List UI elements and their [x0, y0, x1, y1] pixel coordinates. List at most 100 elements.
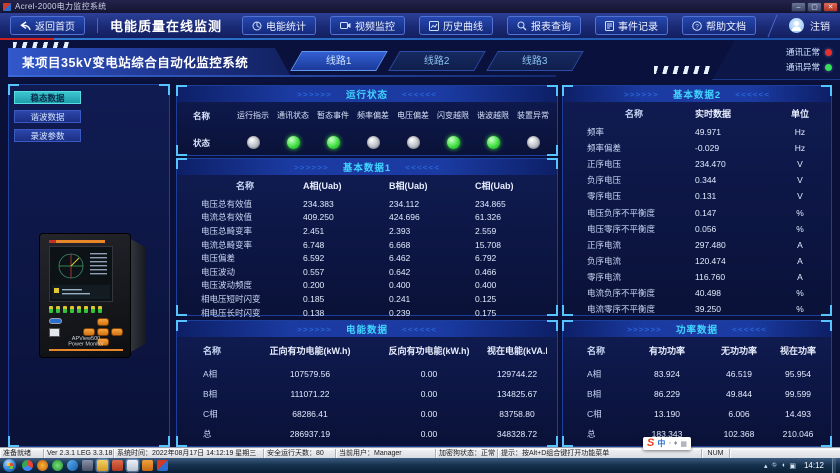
back-home-label: 返回首页: [35, 18, 75, 33]
app-icon: [3, 3, 11, 11]
panel-header: >>>>>> 运行状态 <<<<<<: [177, 86, 557, 102]
line-tab[interactable]: 线路1: [290, 51, 388, 71]
status-version: Ver 2.3.1 LEG 3.3.18: [44, 449, 114, 458]
ime-lang-indicator[interactable]: 中: [657, 438, 665, 449]
run-status-leds: 状态: [177, 129, 557, 156]
report-query-label: 报表查询: [531, 18, 571, 33]
sidebar-item[interactable]: 谐波数据: [14, 110, 81, 123]
tray-volume-icon[interactable]: ◖: [781, 462, 785, 469]
table-row: 电流零序不平衡度39.250%: [573, 301, 821, 317]
report-query-button[interactable]: 报表查询: [507, 16, 581, 35]
status-item-label: 暂态事件: [313, 110, 353, 121]
sidebar-item[interactable]: 稳态数据: [14, 91, 81, 104]
minimize-button[interactable]: –: [791, 2, 806, 12]
tray-shield-icon[interactable]: ▣: [789, 462, 796, 470]
help-doc-label: 帮助文档: [706, 18, 746, 33]
event-record-button[interactable]: 事件记录: [595, 16, 668, 35]
power-data-title: 功率数据: [676, 322, 718, 336]
device-leds: [49, 306, 102, 313]
taskbar-icon[interactable]: [157, 460, 168, 471]
back-home-button[interactable]: 返回首页: [10, 16, 85, 35]
table-row: 电流总有效值409.250424.69661.326A: [187, 211, 547, 225]
status-led: [487, 136, 500, 149]
app-window: Acrel-2000电力监控系统 – ▢ ✕ 返回首页 电能质量在线监测 电能统…: [0, 0, 840, 473]
system-title: 某项目35kV变电站综合自动化监控系统: [22, 52, 248, 71]
comm-status-legend: 通讯正常 通讯异常: [712, 40, 840, 80]
status-item-label: 通讯状态: [273, 110, 313, 121]
sidebar-item[interactable]: 录波参数: [14, 129, 81, 142]
ime-tool-icon[interactable]: ◦: [668, 440, 670, 447]
decor-arrows: <<<<<<: [405, 163, 440, 172]
status-item-label: 闪变越限: [433, 110, 473, 121]
line-tab[interactable]: 线路3: [486, 51, 584, 71]
status-safe-days: 安全运行天数：80: [264, 449, 336, 458]
taskbar-icon[interactable]: [112, 460, 123, 471]
tray-expand-icon[interactable]: ▴: [764, 462, 768, 470]
table-row: 总286937.190.00348328.72: [187, 424, 547, 444]
panel-header: >>>>>> 电能数据 <<<<<<: [177, 321, 557, 337]
table-row: 总183.343102.368210.046: [573, 424, 821, 444]
status-led: [527, 136, 540, 149]
tray-network-icon[interactable]: ⛗: [772, 462, 778, 470]
taskbar: ▴ ⛗ ◖ ▣ 14:12: [0, 458, 840, 473]
taskbar-icon[interactable]: [82, 460, 93, 471]
status-led: [407, 136, 420, 149]
status-led: [367, 136, 380, 149]
device-sub-label: Power Monitor: [44, 342, 129, 348]
energy-stats-label: 电能统计: [266, 18, 306, 33]
taskbar-icon[interactable]: [22, 460, 33, 471]
history-curve-button[interactable]: 历史曲线: [419, 16, 493, 35]
ime-keyboard-icon[interactable]: ▦: [680, 440, 687, 448]
taskbar-icon[interactable]: [127, 460, 138, 471]
decor-slashes-right: [654, 66, 710, 74]
help-doc-button[interactable]: ? 帮助文档: [682, 16, 756, 35]
energy-data-title: 电能数据: [346, 322, 388, 336]
table-header: 名称A相(Uab)B相(Uab)C相(Uab)单位: [187, 175, 547, 196]
page-title: 电能质量在线监测: [110, 16, 222, 35]
comm-abnormal-dot: [825, 64, 832, 71]
table-row: 正序电流297.480A: [573, 237, 821, 253]
status-item-label: 频率偏差: [353, 110, 393, 121]
table-row: 零序电压0.131V: [573, 188, 821, 204]
status-dongle: 加密狗状态：正常: [436, 449, 498, 458]
comm-normal-dot: [825, 49, 832, 56]
table-row: A相107579.560.00129744.22: [187, 364, 547, 384]
maximize-button[interactable]: ▢: [807, 2, 822, 12]
table-header: 名称正向有功电能(kW.h)反向有功电能(kW.h)视在电能(kVA.h): [187, 337, 547, 364]
table-header: 名称有功功率无功功率视在功率: [573, 337, 821, 364]
panel-header: >>>>>> 功率数据 <<<<<<: [563, 321, 831, 337]
logout-button[interactable]: 注销: [789, 18, 830, 33]
status-user: 当前用户：Manager: [336, 449, 436, 458]
basic-data1-title: 基本数据1: [343, 160, 391, 174]
status-item-label: 运行指示: [233, 110, 273, 121]
line-tab[interactable]: 线路2: [388, 51, 486, 71]
table-row: 电流负序不平衡度40.498%: [573, 285, 821, 301]
system-tray: ▴ ⛗ ◖ ▣ 14:12: [764, 458, 840, 473]
clock[interactable]: 14:12: [804, 461, 824, 470]
taskbar-icon[interactable]: [52, 460, 63, 471]
taskbar-icon[interactable]: [37, 460, 48, 471]
event-record-label: 事件记录: [618, 18, 658, 33]
user-avatar-icon: [789, 18, 804, 33]
taskbar-icon[interactable]: [142, 460, 153, 471]
run-status-title: 运行状态: [346, 87, 388, 101]
energy-stats-button[interactable]: 电能统计: [242, 16, 316, 35]
start-button[interactable]: [3, 459, 16, 472]
run-status-names: 名称 运行指示通讯状态暂态事件频率偏差电压偏差闪变越限谐波越限装置异常: [177, 102, 557, 129]
table-row: B相86.22949.84499.599: [573, 384, 821, 404]
taskbar-icon[interactable]: [97, 460, 108, 471]
divider: [97, 18, 98, 33]
ime-toolbar[interactable]: S 中 ◦ ♦ ▦: [643, 437, 691, 450]
ime-mic-icon[interactable]: ♦: [674, 440, 678, 447]
table-body: 电压总有效值234.383234.112234.865V 电流总有效值409.2…: [177, 196, 557, 319]
search-icon: [517, 21, 527, 31]
decor-arrows: <<<<<<: [735, 90, 770, 99]
taskbar-icon[interactable]: [67, 460, 78, 471]
video-camera-icon: [340, 21, 351, 30]
video-monitor-button[interactable]: 视频监控: [330, 16, 405, 35]
table-body: A相107579.560.00129744.22 B相111071.220.00…: [177, 364, 557, 444]
show-desktop-button[interactable]: [832, 458, 836, 473]
close-button[interactable]: ✕: [823, 2, 838, 12]
line-tabs: 线路1线路2线路3: [296, 51, 578, 71]
status-bar: 准备就绪 Ver 2.3.1 LEG 3.3.18 系统时间：2022年08月1…: [0, 447, 840, 458]
